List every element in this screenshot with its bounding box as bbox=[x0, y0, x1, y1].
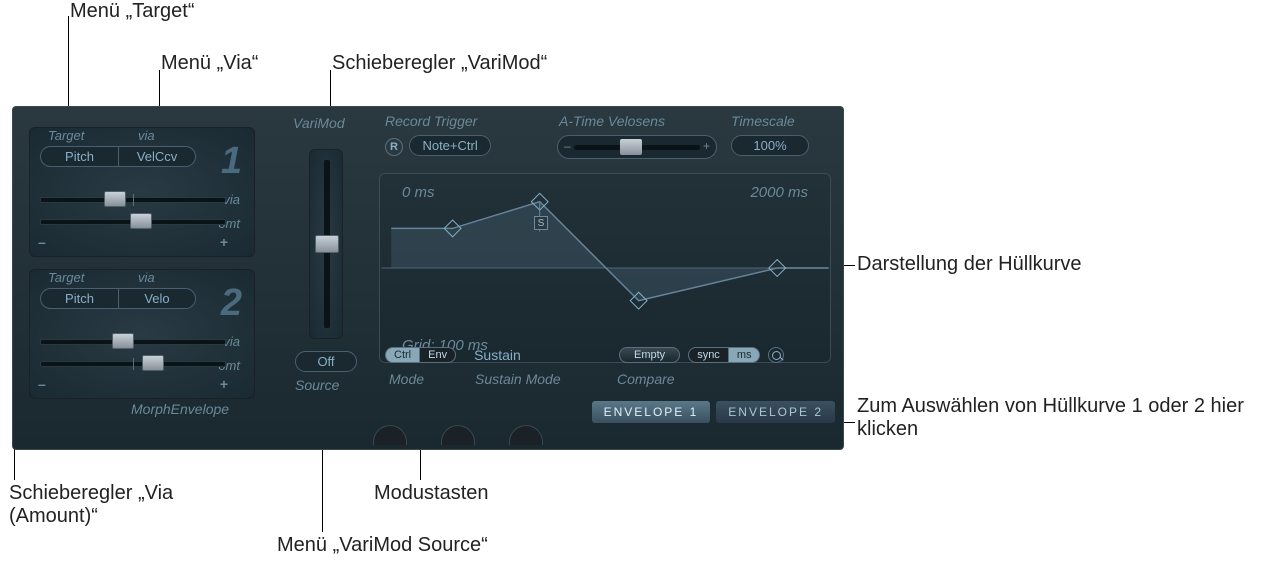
label-varimod: VariMod bbox=[293, 115, 345, 131]
callout-envelope-display: Darstellung der Hüllkurve bbox=[857, 253, 1082, 276]
plugin-panel: Target via Pitch VelCcv 1 via omt – + Ta… bbox=[12, 106, 844, 450]
label-timescale: Timescale bbox=[731, 113, 795, 129]
target-via-group-1: Target via Pitch VelCcv 1 via omt – + bbox=[29, 127, 255, 257]
timescale-value[interactable]: 100% bbox=[731, 135, 809, 156]
varimod-source-menu[interactable]: Off bbox=[295, 351, 357, 372]
morph-envelope-label: MorphEnvelope bbox=[131, 401, 229, 417]
callout-envelope-select: Zum Auswählen von Hüllkurve 1 oder 2 hie… bbox=[857, 395, 1267, 441]
record-trigger-menu[interactable]: Note+Ctrl bbox=[409, 135, 490, 156]
envelope-button-row: Ctrl Env Sustain bbox=[385, 347, 539, 363]
channel-number-1: 1 bbox=[221, 140, 242, 183]
tab-envelope-1[interactable]: ENVELOPE 1 bbox=[592, 401, 711, 423]
sync-button[interactable]: sync bbox=[688, 347, 728, 363]
via-menu-2[interactable]: Velo bbox=[118, 288, 196, 309]
label-mode: Mode bbox=[389, 371, 424, 387]
varimod-section: VariMod Off Source bbox=[287, 119, 365, 409]
minus-sign: – bbox=[564, 139, 571, 153]
callout-mode-buttons: Modustasten bbox=[374, 482, 489, 505]
label-target: Target bbox=[48, 270, 84, 285]
envelope-button-row-right: Empty sync ms bbox=[619, 347, 784, 363]
label-atime: A-Time Velosens bbox=[559, 113, 665, 129]
envelope-tabs: ENVELOPE 1 ENVELOPE 2 bbox=[592, 401, 835, 423]
sync-ms-segmented: sync ms bbox=[688, 347, 760, 363]
knob[interactable] bbox=[441, 425, 475, 445]
channel-number-2: 2 bbox=[221, 282, 242, 325]
knob[interactable] bbox=[509, 425, 543, 445]
envelope-display[interactable]: 0 ms 2000 ms Grid: 100 ms S bbox=[379, 173, 831, 363]
target-menu-1[interactable]: Pitch bbox=[40, 146, 118, 167]
via-amount-slider-1[interactable] bbox=[40, 190, 226, 210]
compare-empty-button[interactable]: Empty bbox=[619, 347, 680, 363]
callout-varimod-slider: Schieberegler „VariMod“ bbox=[332, 52, 547, 75]
callout-via-amount: Schieberegler „Via (Amount)“ bbox=[9, 482, 209, 528]
knob[interactable] bbox=[373, 425, 407, 445]
envelope-curve bbox=[380, 174, 830, 362]
sustain-mode-value[interactable]: Sustain bbox=[474, 347, 521, 363]
envelope-right-time: 2000 ms bbox=[750, 184, 808, 201]
record-button[interactable]: R bbox=[385, 138, 403, 156]
amount-slider-1[interactable] bbox=[40, 212, 226, 232]
label-source: Source bbox=[295, 377, 339, 393]
amount-slider-2[interactable] bbox=[40, 354, 226, 374]
label-sustain-mode: Sustain Mode bbox=[475, 371, 561, 387]
plus-sign: + bbox=[703, 139, 710, 153]
zoom-icon[interactable] bbox=[768, 347, 784, 363]
knob-row bbox=[373, 425, 543, 445]
callout-varimod-source: Menü „VariMod Source“ bbox=[277, 534, 488, 557]
via-amount-slider-2[interactable] bbox=[40, 332, 226, 352]
envelope-left-time: 0 ms bbox=[402, 184, 435, 201]
atime-velosens-slider[interactable]: – + bbox=[557, 135, 717, 159]
tab-envelope-2[interactable]: ENVELOPE 2 bbox=[716, 401, 835, 423]
plus-sign: + bbox=[220, 376, 228, 392]
sustain-marker[interactable]: S bbox=[534, 216, 548, 230]
varimod-slider[interactable] bbox=[309, 149, 343, 339]
record-trigger-group: R Note+Ctrl bbox=[385, 135, 491, 156]
minus-sign: – bbox=[38, 234, 46, 250]
callout-target-menu: Menü „Target“ bbox=[70, 0, 195, 23]
plus-sign: + bbox=[220, 234, 228, 250]
label-via: via bbox=[138, 128, 155, 143]
label-compare: Compare bbox=[617, 371, 675, 387]
target-via-group-2: Target via Pitch Velo 2 via omt – + bbox=[29, 269, 255, 399]
mode-segmented: Ctrl Env bbox=[385, 347, 456, 363]
callout-via-menu: Menü „Via“ bbox=[161, 52, 258, 75]
ms-button[interactable]: ms bbox=[728, 347, 761, 363]
minus-sign: – bbox=[38, 376, 46, 392]
label-via: via bbox=[138, 270, 155, 285]
label-record-trigger: Record Trigger bbox=[385, 113, 477, 129]
via-menu-1[interactable]: VelCcv bbox=[118, 146, 196, 167]
target-menu-2[interactable]: Pitch bbox=[40, 288, 118, 309]
mode-env-button[interactable]: Env bbox=[419, 347, 456, 363]
label-target: Target bbox=[48, 128, 84, 143]
mode-ctrl-button[interactable]: Ctrl bbox=[385, 347, 419, 363]
